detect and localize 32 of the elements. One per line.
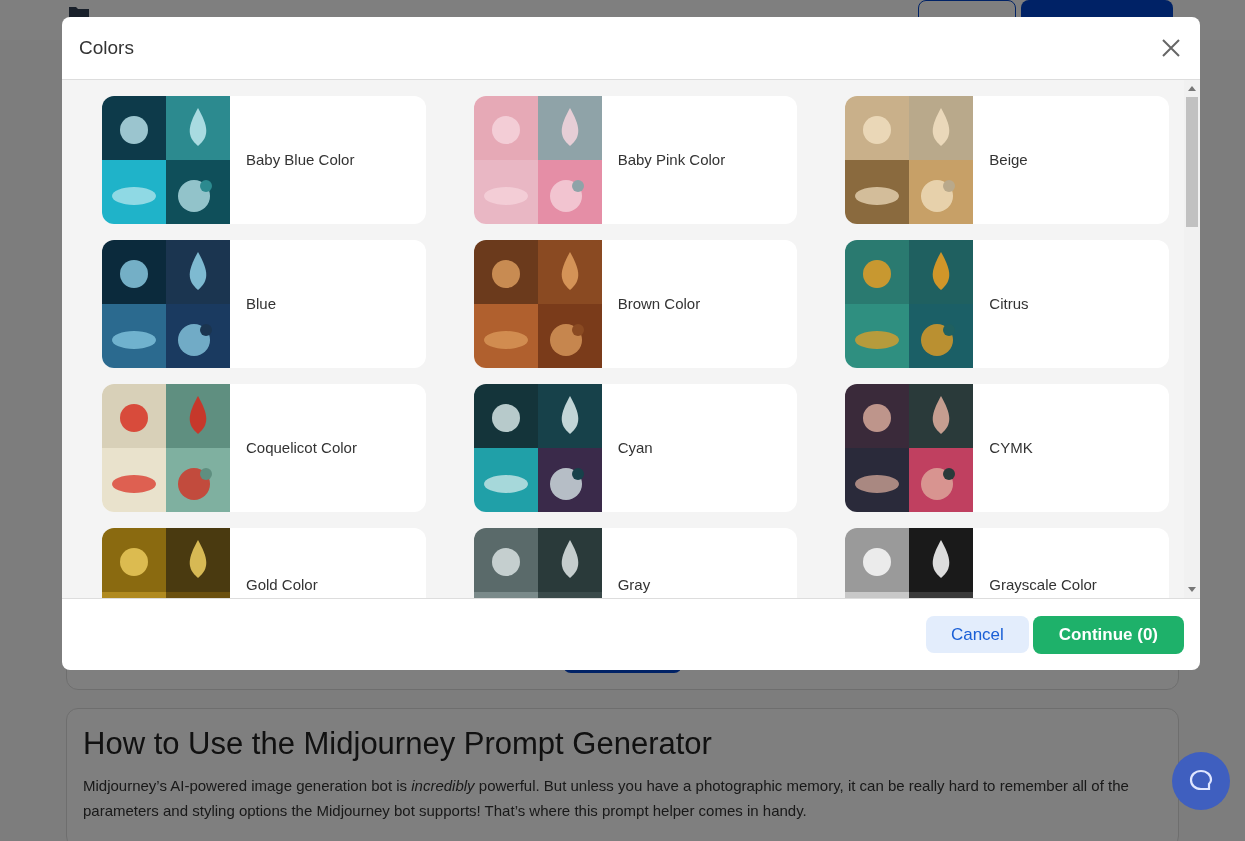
- option-label: Coquelicot Color: [246, 437, 357, 458]
- color-option[interactable]: Coquelicot Color: [102, 384, 426, 512]
- color-option[interactable]: Blue: [102, 240, 426, 368]
- close-icon: [1162, 39, 1180, 57]
- color-option[interactable]: Baby Blue Color: [102, 96, 426, 224]
- option-label: Cyan: [617, 437, 653, 458]
- option-label: Gray: [617, 575, 651, 595]
- color-option[interactable]: Beige: [845, 96, 1169, 224]
- color-option[interactable]: Gold Color: [102, 528, 426, 598]
- color-option[interactable]: Citrus: [845, 240, 1169, 368]
- dialog-title: Colors: [79, 35, 134, 60]
- color-option[interactable]: Grayscale Color: [845, 528, 1169, 598]
- guide-title: How to Use the Midjourney Prompt Generator: [83, 725, 713, 763]
- option-label: Baby Pink Color: [617, 149, 726, 170]
- color-option[interactable]: Brown Color: [473, 240, 798, 368]
- option-label: Grayscale Color: [989, 575, 1097, 595]
- option-label: Baby Blue Color: [246, 149, 355, 170]
- option-label: Citrus: [989, 293, 1029, 314]
- guide-text: Midjourney’s AI-powered image generation bot is incredibly powerful. But unless you have a photographic memory, it can be really hard to remember all of the parameters and styling options the Midjourney bot supports! That’s where this prompt helper comes in handy.: [83, 776, 1130, 821]
- scroll-down-icon[interactable]: [1188, 587, 1196, 593]
- cancel-button[interactable]: Cancel: [925, 616, 1029, 653]
- scroll-up-icon[interactable]: [1188, 85, 1196, 91]
- scrollbar-thumb[interactable]: [1186, 97, 1198, 227]
- color-option[interactable]: Gray: [473, 528, 798, 598]
- option-label: CYMK: [989, 437, 1033, 458]
- option-label: Beige: [989, 149, 1028, 170]
- option-label: Blue: [246, 293, 277, 314]
- color-option[interactable]: Baby Pink Color: [473, 96, 798, 224]
- color-option[interactable]: Cyan: [473, 384, 798, 512]
- color-option[interactable]: CYMK: [845, 384, 1169, 512]
- option-label: Brown Color: [617, 293, 701, 314]
- option-label: Gold Color: [246, 575, 318, 595]
